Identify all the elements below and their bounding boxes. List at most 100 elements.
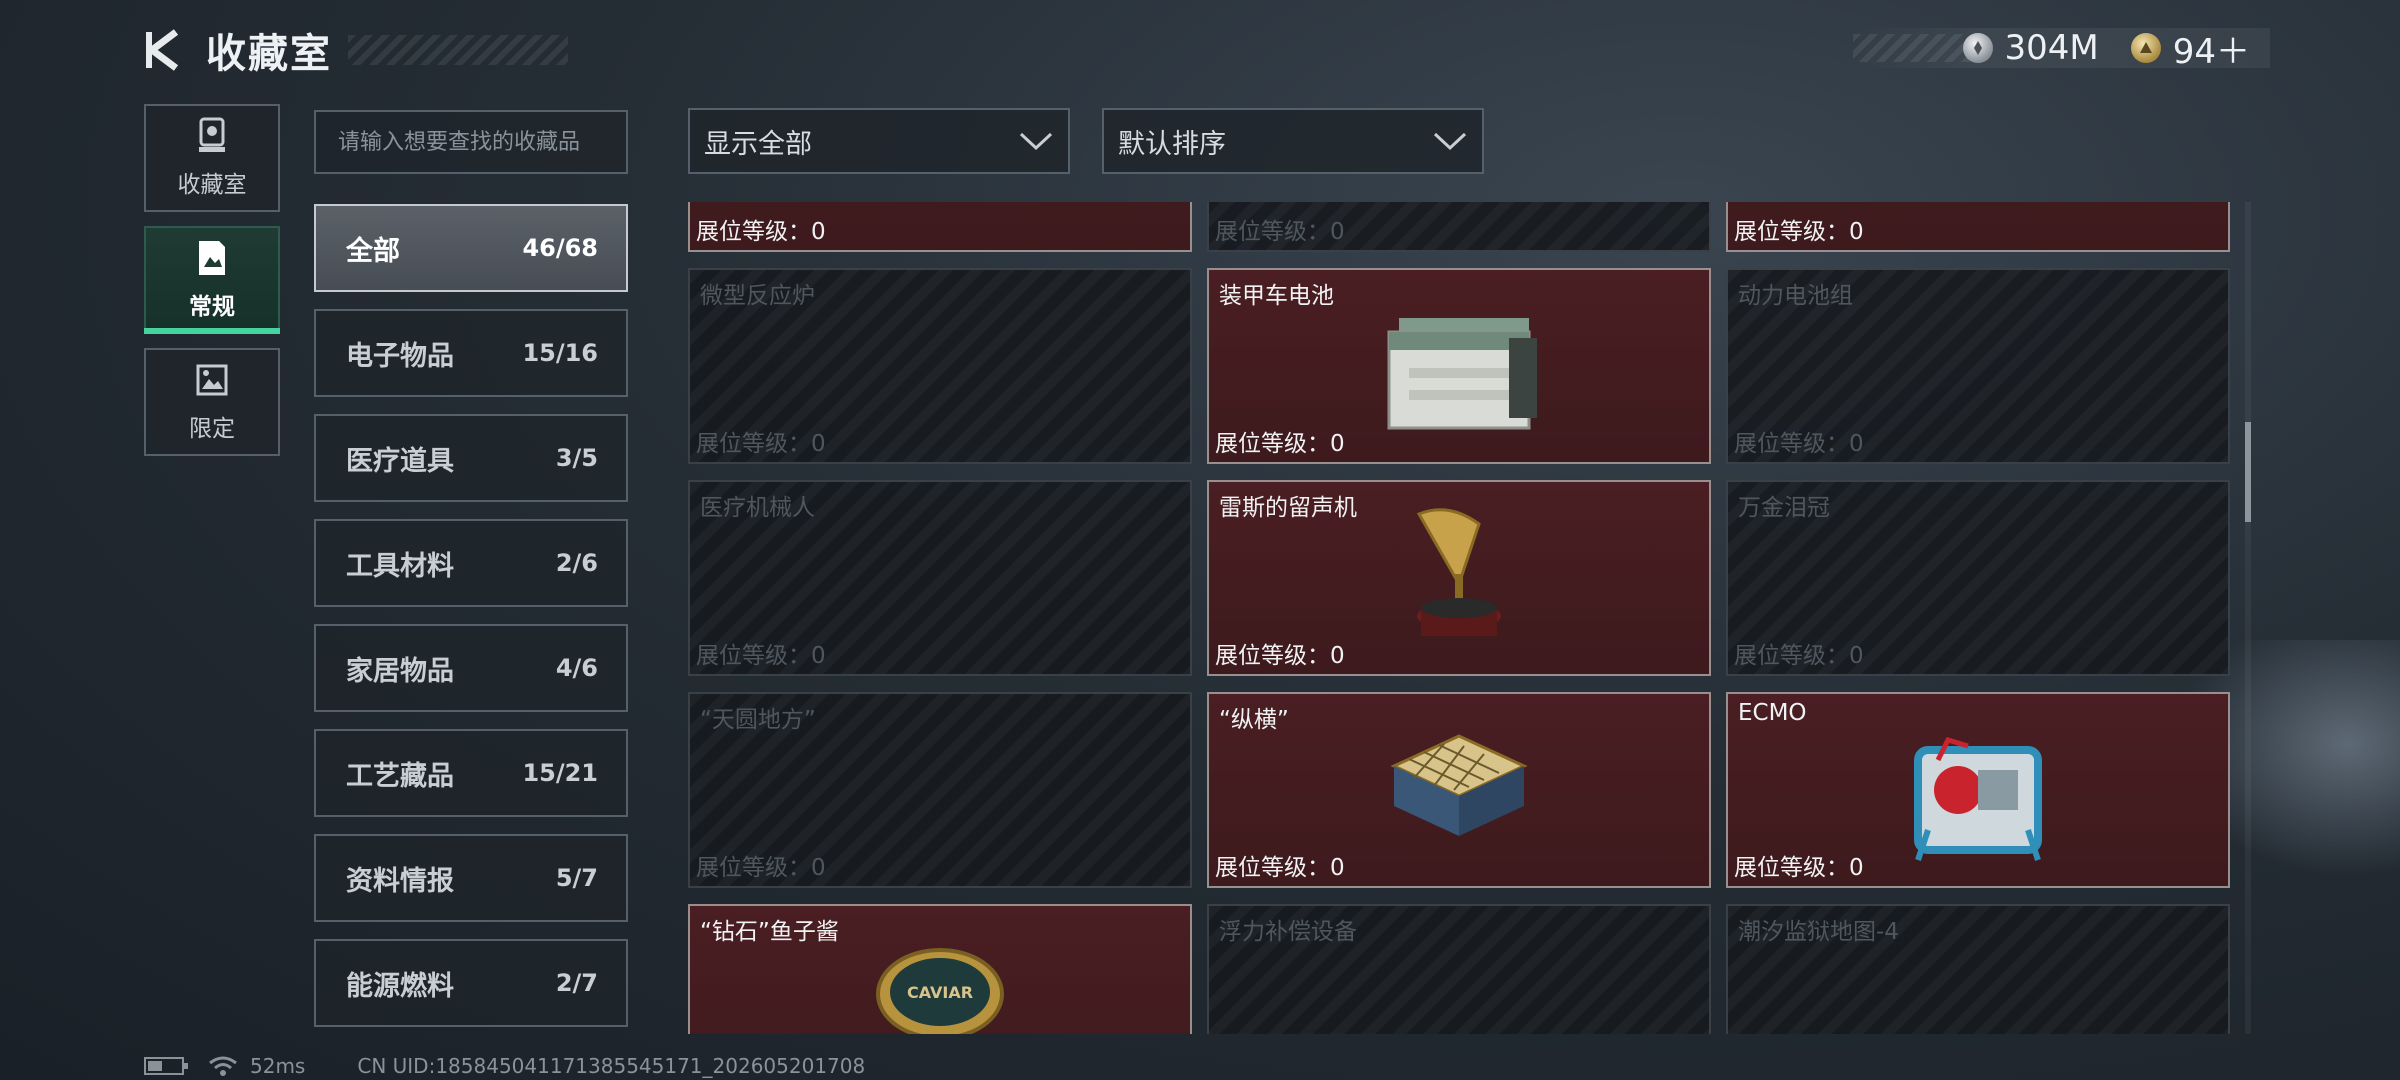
nav-item-regular[interactable]: 常规 — [144, 226, 280, 334]
category-count: 5/7 — [555, 864, 598, 892]
silver-coin-icon — [1962, 33, 1993, 63]
category-count: 15/21 — [522, 759, 598, 787]
caviar-label: CAVIAR — [907, 983, 973, 1002]
card-name: 微型反应炉 — [700, 283, 815, 309]
card-level: 展位等级：0 — [1215, 219, 1345, 245]
category-tools[interactable]: 工具材料 2/6 — [314, 519, 628, 607]
card-name: 装甲车电池 — [1219, 283, 1334, 309]
card-level: 展位等级：0 — [1215, 431, 1345, 457]
document-icon — [199, 241, 225, 275]
category-name: 家居物品 — [346, 655, 454, 687]
gold-currency-value[interactable]: 94＋ — [2173, 24, 2250, 73]
collection-card[interactable]: “纵横” 展位等级：0 — [1207, 692, 1711, 888]
search-box — [314, 110, 628, 174]
sort-value: 默认排序 — [1118, 128, 1226, 160]
collection-card[interactable]: 展位等级：0 — [1207, 202, 1711, 252]
silver-currency-value: 304M — [2004, 28, 2099, 68]
title-stripe — [348, 35, 568, 65]
card-name: “纵横” — [1219, 707, 1289, 733]
nav-item-limited[interactable]: 限定 — [144, 348, 280, 456]
left-nav: 收藏室 常规 限定 — [144, 104, 280, 470]
collection-card[interactable]: 雷斯的留声机 展位等级：0 — [1207, 480, 1711, 676]
header: 收藏室 — [140, 22, 568, 78]
category-energy[interactable]: 能源燃料 2/7 — [314, 939, 628, 1027]
category-count: 4/6 — [555, 654, 598, 682]
collection-grid: 展位等级：0 展位等级：0 展位等级：0 微型反应炉 展位等级：0 装甲车电池 … — [688, 202, 2230, 1034]
collection-card[interactable]: “天圆地方” 展位等级：0 — [688, 692, 1192, 888]
collection-card[interactable]: 微型反应炉 展位等级：0 — [688, 268, 1192, 464]
category-count: 2/6 — [555, 549, 598, 577]
page-title: 收藏室 — [206, 31, 332, 77]
card-name: “天圆地方” — [700, 707, 816, 733]
category-name: 资料情报 — [346, 865, 454, 897]
scrollbar-thumb[interactable] — [2245, 422, 2251, 522]
wifi-icon — [209, 1056, 237, 1076]
card-level: 展位等级：0 — [696, 643, 826, 669]
nav-item-collection-room[interactable]: 收藏室 — [144, 104, 280, 212]
chessboard-icon — [1390, 734, 1528, 836]
caviar-tin-icon: CAVIAR — [876, 948, 1004, 1034]
card-name: 浮力补偿设备 — [1219, 919, 1357, 945]
category-all[interactable]: 全部 46/68 — [314, 204, 628, 292]
card-level: 展位等级：0 — [1734, 855, 1864, 881]
show-filter-value: 显示全部 — [704, 128, 812, 160]
card-name: 潮汐监狱地图-4 — [1738, 919, 1899, 945]
category-electronics[interactable]: 电子物品 15/16 — [314, 309, 628, 397]
category-household[interactable]: 家居物品 4/6 — [314, 624, 628, 712]
nav-item-label: 限定 — [189, 416, 235, 442]
card-name: 动力电池组 — [1738, 283, 1853, 309]
currency-bar: 304M 94＋ — [1852, 28, 2270, 72]
grid-scrollbar[interactable] — [2245, 202, 2251, 1034]
card-name: “钻石”鱼子酱 — [700, 919, 839, 945]
card-level: 展位等级：0 — [1734, 643, 1864, 669]
nav-item-label: 常规 — [189, 294, 235, 320]
card-name: ECMO — [1738, 700, 1807, 726]
gold-coin-icon — [2130, 33, 2161, 63]
category-crafts[interactable]: 工艺藏品 15/21 — [314, 729, 628, 817]
battery-item-icon — [1387, 318, 1537, 430]
collection-card[interactable]: 医疗机械人 展位等级：0 — [688, 480, 1192, 676]
collection-card[interactable]: “钻石”鱼子酱 CAVIAR — [688, 904, 1192, 1034]
collection-card[interactable]: 装甲车电池 展位等级：0 — [1207, 268, 1711, 464]
category-medical[interactable]: 医疗道具 3/5 — [314, 414, 628, 502]
collection-card[interactable]: 浮力补偿设备 — [1207, 904, 1711, 1034]
back-button[interactable] — [140, 28, 184, 72]
card-name: 雷斯的留声机 — [1219, 495, 1357, 521]
collection-card[interactable]: ECMO 展位等级：0 — [1726, 692, 2230, 888]
category-count: 46/68 — [522, 234, 598, 262]
category-list: 全部 46/68 电子物品 15/16 医疗道具 3/5 工具材料 2/6 家居… — [314, 204, 628, 1044]
category-name: 全部 — [346, 235, 400, 267]
image-icon — [196, 364, 228, 396]
battery-icon — [144, 1057, 188, 1075]
category-name: 电子物品 — [346, 340, 454, 372]
collection-card[interactable]: 展位等级：0 — [688, 202, 1192, 252]
category-count: 3/5 — [555, 444, 598, 472]
back-arrow-icon — [146, 29, 179, 71]
card-name: 医疗机械人 — [700, 495, 815, 521]
collection-card[interactable]: 动力电池组 展位等级：0 — [1726, 268, 2230, 464]
category-intel[interactable]: 资料情报 5/7 — [314, 834, 628, 922]
category-count: 2/7 — [555, 969, 598, 997]
show-filter-dropdown[interactable]: 显示全部 — [688, 108, 1070, 174]
collection-card[interactable]: 展位等级：0 — [1726, 202, 2230, 252]
card-name: 万金泪冠 — [1738, 495, 1830, 521]
ping-value: 52ms — [250, 1054, 306, 1078]
card-level: 展位等级：0 — [696, 855, 826, 881]
card-level: 展位等级：0 — [696, 219, 826, 245]
category-name: 能源燃料 — [346, 970, 454, 1002]
card-level: 展位等级：0 — [1215, 643, 1345, 669]
gramophone-icon — [1416, 508, 1501, 636]
nav-item-label: 收藏室 — [177, 172, 247, 198]
category-name: 医疗道具 — [346, 445, 454, 477]
category-name: 工具材料 — [346, 550, 454, 582]
ecmo-machine-icon — [1914, 737, 2042, 861]
user-uid: CN UID:185845041171385545171_20260520170… — [357, 1054, 866, 1078]
chevron-down-icon — [1433, 132, 1467, 151]
collection-card[interactable]: 潮汐监狱地图-4 — [1726, 904, 2230, 1034]
card-level: 展位等级：0 — [1734, 219, 1864, 245]
sort-dropdown[interactable]: 默认排序 — [1102, 108, 1484, 174]
collection-card[interactable]: 万金泪冠 展位等级：0 — [1726, 480, 2230, 676]
category-name: 工艺藏品 — [346, 760, 454, 792]
search-input[interactable] — [338, 129, 626, 155]
card-level: 展位等级：0 — [1215, 855, 1345, 881]
